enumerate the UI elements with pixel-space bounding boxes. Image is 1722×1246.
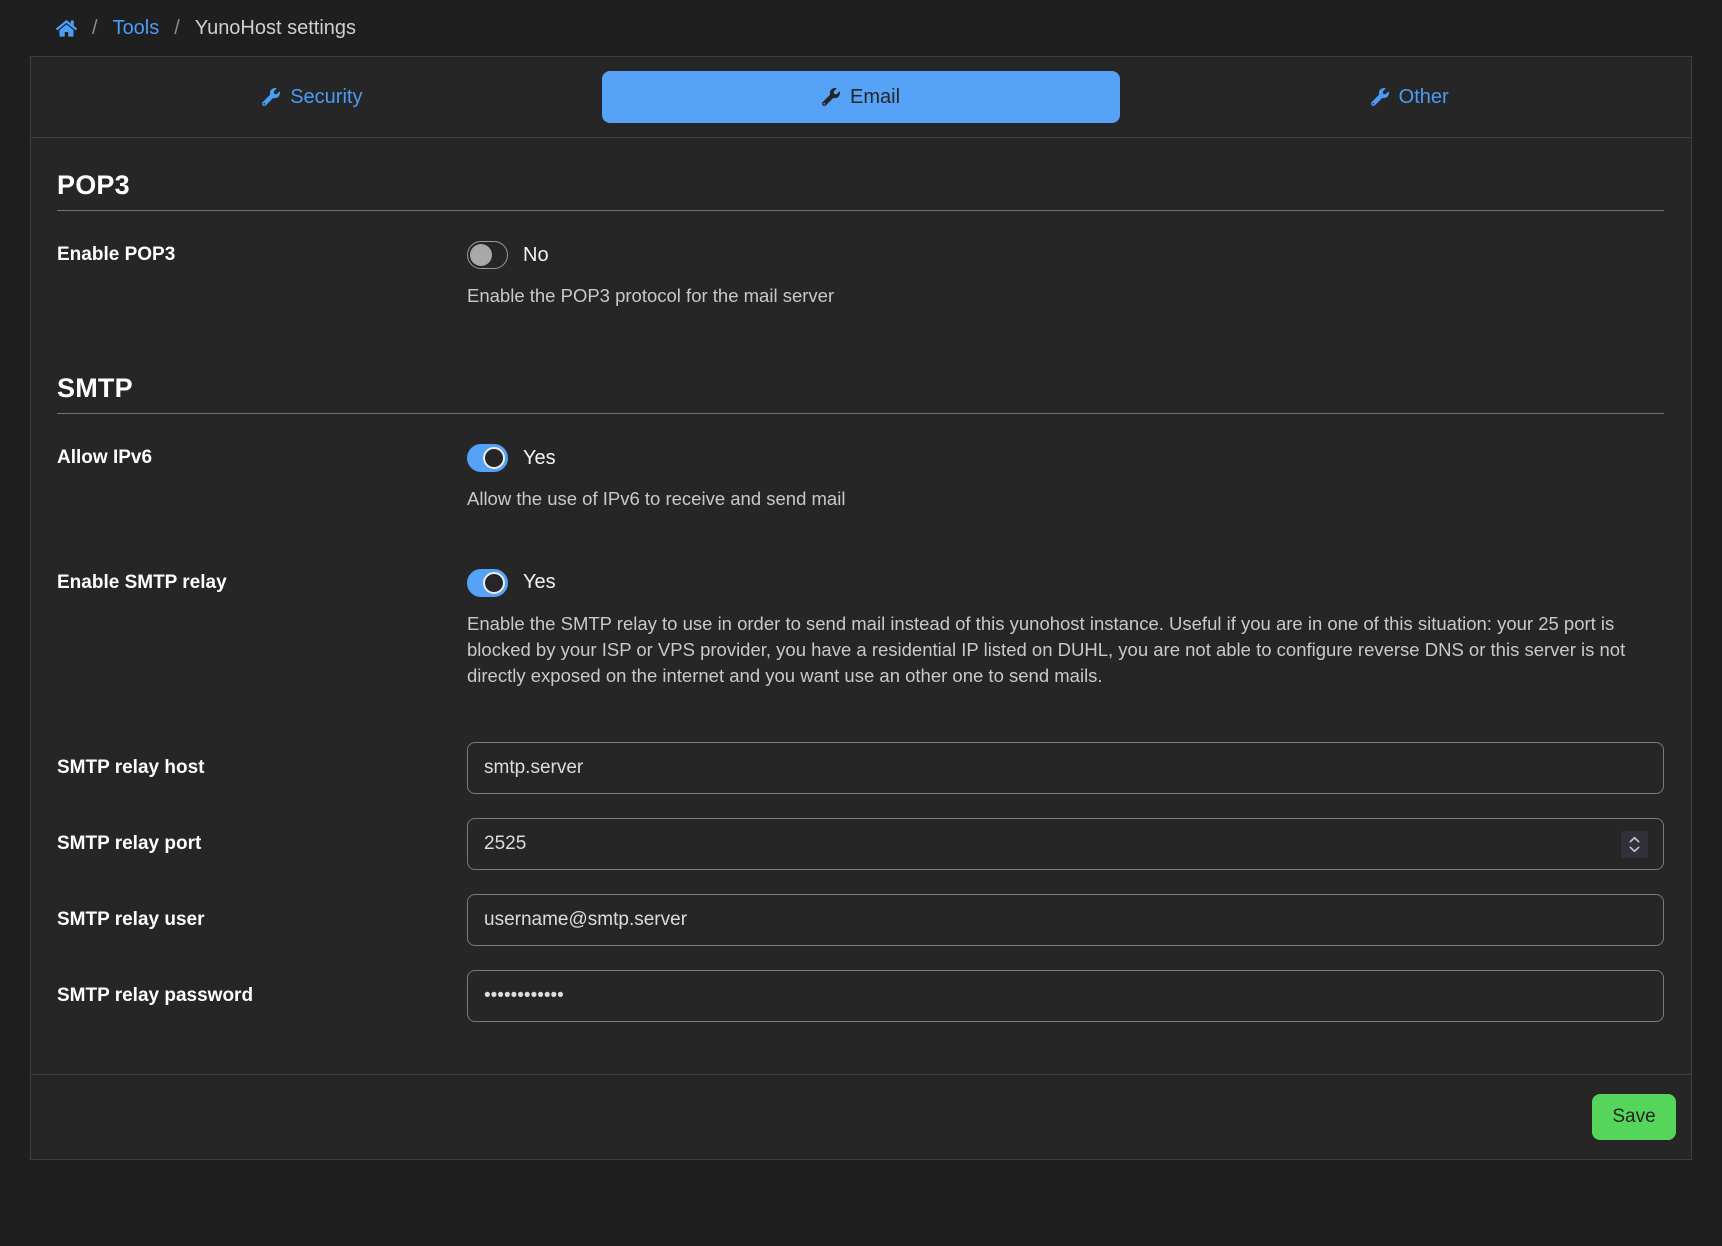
breadcrumb-link-tools[interactable]: Tools [113, 17, 160, 40]
section-pop3: POP3 Enable POP3 No Enable the POP3 prot… [57, 170, 1664, 309]
tab-label: Email [850, 86, 900, 109]
tab-bar: Security Email Other [31, 57, 1691, 138]
wrench-icon [262, 88, 280, 106]
tab-email[interactable]: Email [602, 71, 1121, 123]
number-stepper[interactable] [1621, 831, 1648, 858]
tab-security[interactable]: Security [53, 71, 572, 123]
smtp-relay-host-input[interactable] [467, 742, 1664, 794]
toggle-value-label: Yes [523, 571, 556, 594]
toggle-value-label: Yes [523, 447, 556, 470]
enable-pop3-toggle[interactable] [467, 241, 508, 269]
toggle-value-label: No [523, 244, 549, 267]
breadcrumb-current-page: YunoHost settings [195, 17, 356, 40]
settings-panel: POP3 Enable POP3 No Enable the POP3 prot… [31, 170, 1691, 1074]
toggle-knob [483, 572, 505, 594]
toggle-knob [483, 447, 505, 469]
field-control [467, 818, 1664, 870]
section-title: SMTP [57, 373, 1664, 414]
smtp-relay-port-field [467, 818, 1664, 870]
chevron-up-down-icon [1627, 835, 1642, 854]
wrench-icon [1371, 88, 1389, 106]
field-smtp-relay-user: SMTP relay user [57, 894, 1664, 946]
toggle-knob [470, 244, 492, 266]
field-label: SMTP relay host [57, 742, 467, 794]
home-icon [56, 18, 77, 39]
section-smtp: SMTP Allow IPv6 Yes Allow the use of IPv… [57, 373, 1664, 1022]
field-enable-smtp-relay: Enable SMTP relay Yes Enable the SMTP re… [57, 569, 1664, 690]
smtp-relay-user-input[interactable] [467, 894, 1664, 946]
field-label: SMTP relay password [57, 970, 467, 1022]
allow-ipv6-toggle[interactable] [467, 444, 508, 472]
field-enable-pop3: Enable POP3 No Enable the POP3 protocol … [57, 241, 1664, 309]
field-label: Allow IPv6 [57, 444, 467, 472]
field-smtp-relay-host: SMTP relay host [57, 742, 1664, 794]
enable-smtp-relay-toggle[interactable] [467, 569, 508, 597]
field-smtp-relay-port: SMTP relay port [57, 818, 1664, 870]
field-control: No Enable the POP3 protocol for the mail… [467, 241, 1664, 309]
settings-card: Security Email Other POP3 Enable POP3 [30, 56, 1692, 1160]
tab-label: Other [1399, 86, 1449, 109]
page: / Tools / YunoHost settings Security Ema… [0, 0, 1722, 1160]
breadcrumb: / Tools / YunoHost settings [30, 0, 1692, 56]
field-control: Yes Enable the SMTP relay to use in orde… [467, 569, 1664, 690]
breadcrumb-separator: / [92, 17, 98, 40]
field-help-text: Enable the SMTP relay to use in order to… [467, 611, 1664, 690]
field-smtp-relay-password: SMTP relay password [57, 970, 1664, 1022]
wrench-icon [822, 88, 840, 106]
field-label: SMTP relay port [57, 818, 467, 870]
save-button[interactable]: Save [1592, 1094, 1676, 1140]
field-label: SMTP relay user [57, 894, 467, 946]
tab-other[interactable]: Other [1150, 71, 1669, 123]
field-help-text: Enable the POP3 protocol for the mail se… [467, 283, 1664, 309]
breadcrumb-home-link[interactable] [56, 18, 77, 39]
field-control [467, 742, 1664, 794]
field-label: Enable POP3 [57, 241, 467, 269]
field-control [467, 970, 1664, 1022]
field-label: Enable SMTP relay [57, 569, 467, 597]
field-control: Yes Allow the use of IPv6 to receive and… [467, 444, 1664, 512]
tab-label: Security [290, 86, 362, 109]
section-title: POP3 [57, 170, 1664, 211]
field-help-text: Allow the use of IPv6 to receive and sen… [467, 486, 1664, 512]
field-control [467, 894, 1664, 946]
breadcrumb-separator: / [174, 17, 180, 40]
card-footer: Save [31, 1074, 1691, 1159]
smtp-relay-port-input[interactable] [468, 820, 1621, 868]
field-allow-ipv6: Allow IPv6 Yes Allow the use of IPv6 to … [57, 444, 1664, 512]
smtp-relay-password-input[interactable] [467, 970, 1664, 1022]
